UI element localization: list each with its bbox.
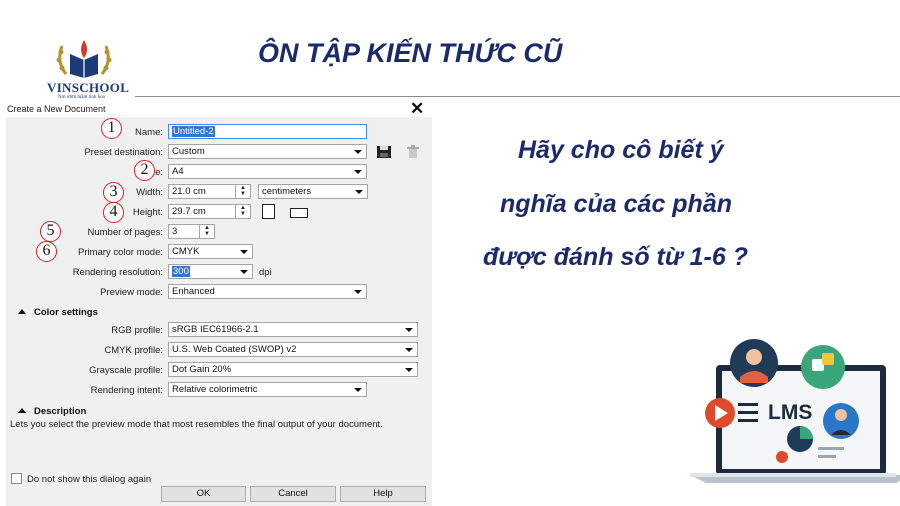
preset-destination-dropdown[interactable]: Custom [168, 144, 367, 159]
marker-1: 1 [101, 118, 122, 139]
dialog-titlebar: Create a New Document ✕ [6, 99, 432, 119]
rgb-profile-label: RGB profile: [111, 325, 163, 336]
dont-show-checkbox[interactable] [11, 473, 22, 484]
landscape-orientation-icon[interactable] [290, 208, 308, 218]
preview-mode-label: Preview mode: [100, 287, 163, 298]
name-label: Name: [135, 127, 163, 138]
collapse-arrow-icon [18, 408, 26, 413]
resolution-unit: dpi [259, 267, 272, 278]
pages-stepper[interactable]: ▲ ▼ [199, 224, 215, 239]
marker-3: 3 [103, 182, 124, 203]
rendering-intent-dropdown[interactable]: Relative colorimetric [168, 382, 367, 397]
units-dropdown[interactable]: centimeters [258, 184, 368, 199]
name-input-value: Untitled-2 [172, 126, 215, 137]
marker-4: 4 [103, 202, 124, 223]
help-button[interactable]: Help [340, 486, 426, 502]
pages-input[interactable]: 3 [168, 224, 200, 239]
width-label: Width: [136, 187, 163, 198]
dialog-title: Create a New Document [7, 104, 106, 114]
grayscale-profile-label: Grayscale profile: [89, 365, 163, 376]
resolution-dropdown[interactable]: 300 [168, 264, 253, 279]
width-input[interactable]: 21.0 cm [168, 184, 236, 199]
save-preset-icon[interactable] [376, 145, 392, 159]
height-label: Height: [132, 207, 163, 218]
logo-name: VINSCHOOL [47, 80, 130, 95]
rendering-intent-label: Rendering intent: [90, 385, 163, 396]
description-title: Description [34, 406, 87, 417]
logo-tagline: Nơi ươm mầm tinh hoa [58, 95, 105, 100]
question-line-1: Hãy cho cô biết ý [518, 136, 724, 164]
marker-6: 6 [36, 241, 57, 262]
height-stepper[interactable]: ▲ ▼ [235, 204, 251, 219]
name-input[interactable]: Untitled-2 [168, 124, 367, 139]
color-settings-title: Color settings [34, 307, 98, 318]
resolution-value: 300 [172, 266, 190, 277]
lms-label: LMS [768, 401, 812, 424]
height-input[interactable]: 29.7 cm [168, 204, 236, 219]
cmyk-profile-label: CMYK profile: [104, 345, 163, 356]
preview-mode-dropdown[interactable]: Enhanced [168, 284, 367, 299]
delete-preset-icon[interactable] [406, 145, 420, 159]
rgb-profile-dropdown[interactable]: sRGB IEC61966-2.1 [168, 322, 418, 337]
size-dropdown[interactable]: A4 [168, 164, 367, 179]
grayscale-profile-dropdown[interactable]: Dot Gain 20% [168, 362, 418, 377]
color-mode-label: Primary color mode: [78, 247, 163, 258]
width-stepper[interactable]: ▲ ▼ [235, 184, 251, 199]
marker-2: 2 [134, 160, 155, 181]
cancel-button[interactable]: Cancel [250, 486, 336, 502]
close-icon[interactable]: ✕ [410, 99, 424, 119]
description-text: Lets you select the preview mode that mo… [10, 419, 383, 430]
marker-5: 5 [40, 221, 61, 242]
portrait-orientation-icon[interactable] [262, 204, 275, 219]
pages-label: Number of pages: [87, 227, 163, 238]
title-divider [135, 96, 900, 97]
description-header[interactable]: Description [18, 406, 86, 417]
collapse-arrow-icon [18, 309, 26, 314]
ok-button[interactable]: OK [161, 486, 246, 502]
color-mode-dropdown[interactable]: CMYK [168, 244, 253, 259]
dont-show-label: Do not show this dialog again [27, 474, 152, 485]
question-line-2: nghĩa của các phần [500, 190, 733, 218]
cmyk-profile-dropdown[interactable]: U.S. Web Coated (SWOP) v2 [168, 342, 418, 357]
slide-title: ÔN TẬP KIẾN THỨC CŨ [258, 38, 563, 68]
lms-illustration: LMS [690, 339, 900, 483]
preset-destination-label: Preset destination: [84, 147, 163, 158]
question-line-3: được đánh số từ 1-6 ? [483, 243, 749, 271]
new-document-dialog: Create a New Document ✕ Name: Untitled-2… [6, 99, 432, 506]
resolution-label: Rendering resolution: [72, 267, 163, 278]
color-settings-header[interactable]: Color settings [18, 307, 98, 318]
